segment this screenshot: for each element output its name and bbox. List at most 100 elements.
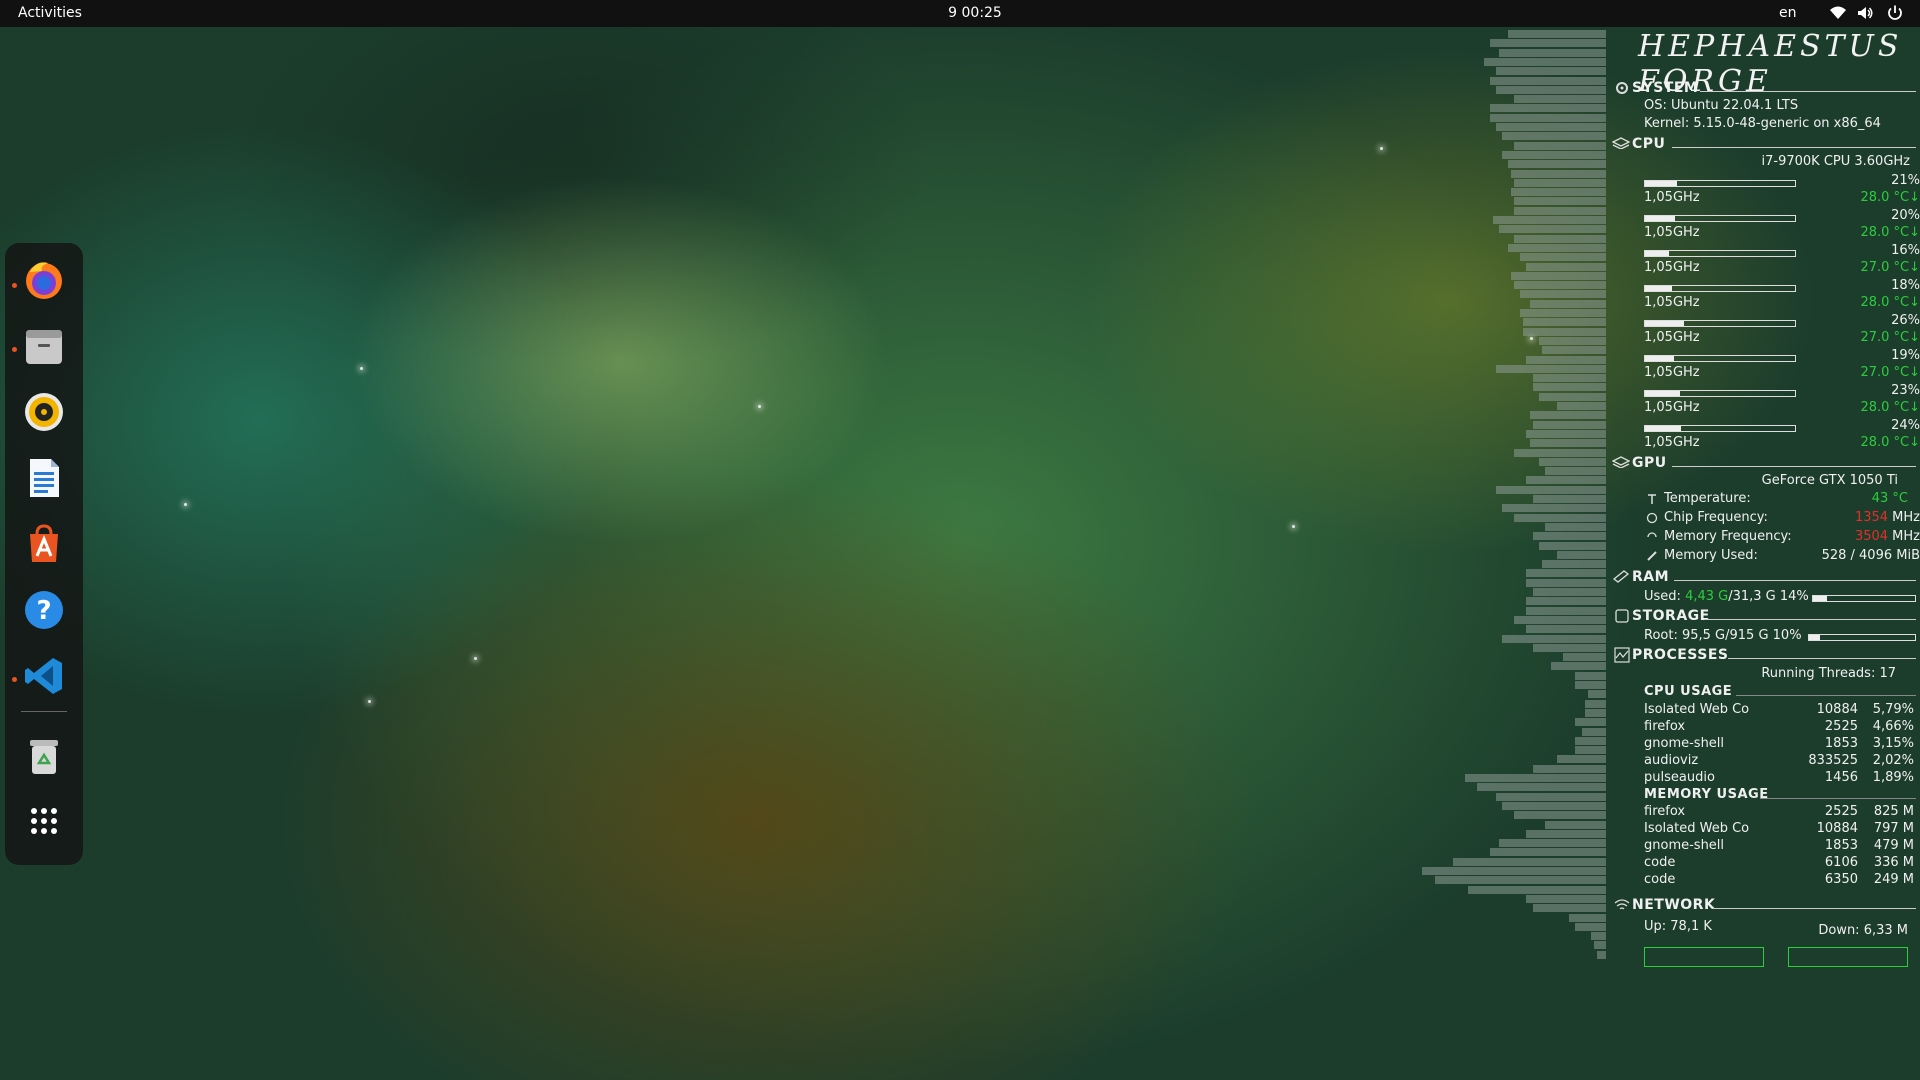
- show-apps-icon: [31, 808, 57, 834]
- visualizer-bar: [1526, 625, 1606, 634]
- visualizer-bar: [1495, 85, 1606, 94]
- visualizer-bar: [1532, 383, 1606, 392]
- visualizer-bar: [1575, 736, 1606, 745]
- audio-visualizer: [1300, 27, 1606, 959]
- cpu-core-bar: [1644, 180, 1796, 187]
- cpu-core-fill: [1645, 181, 1677, 186]
- writer-icon: [30, 459, 59, 497]
- trash-launcher[interactable]: [21, 733, 67, 779]
- cpu-core-temp-value: 27.0 °C: [1860, 330, 1910, 345]
- gpu-model: GeForce GTX 1050 Ti: [1761, 473, 1898, 488]
- visualizer-bar: [1508, 30, 1606, 38]
- volume-icon[interactable]: [1856, 4, 1874, 22]
- os-info: OS: Ubuntu 22.04.1 LTS: [1644, 98, 1799, 113]
- process-name: pulseaudio: [1644, 770, 1715, 785]
- cpu-core-temp-value: 28.0 °C: [1860, 400, 1910, 415]
- clock[interactable]: 9 00:25: [0, 5, 1920, 21]
- show-applications-button[interactable]: [21, 798, 67, 844]
- visualizer-bar: [1495, 485, 1606, 494]
- visualizer-bar: [1495, 792, 1606, 801]
- visualizer-bar: [1514, 234, 1606, 243]
- visualizer-bar: [1498, 839, 1606, 848]
- help-launcher[interactable]: ?: [21, 587, 67, 633]
- section-rule: [1728, 658, 1916, 659]
- visualizer-bar: [1498, 48, 1606, 57]
- visualizer-bar: [1532, 374, 1606, 383]
- process-name: audioviz: [1644, 753, 1699, 768]
- cpu-core-percent: 26%: [1891, 313, 1920, 328]
- visualizer-bar: [1575, 746, 1606, 755]
- keyboard-layout-indicator[interactable]: en: [1779, 5, 1797, 21]
- visualizer-bar: [1514, 95, 1606, 104]
- visualizer-bar: [1501, 801, 1606, 810]
- gpu-header: GPU: [1632, 455, 1667, 471]
- visualizer-bar: [1587, 690, 1606, 699]
- visualizer-bar: [1511, 271, 1606, 280]
- visualizer-bar: [1526, 355, 1606, 364]
- visualizer-bar: [1526, 894, 1606, 903]
- visualizer-bar: [1541, 560, 1606, 569]
- cpu-core-frequency: 1,05GHz: [1644, 190, 1700, 205]
- process-pid: 10884: [1816, 821, 1858, 836]
- visualizer-bar: [1520, 290, 1606, 299]
- cpu-core-temp: 28.0 °C↓: [1860, 225, 1920, 240]
- ram-used-label: Used:: [1644, 589, 1686, 604]
- visualizer-bar: [1526, 476, 1606, 485]
- visualizer-bar: [1501, 634, 1606, 643]
- wifi-icon[interactable]: [1829, 4, 1847, 22]
- process-name: gnome-shell: [1644, 736, 1725, 751]
- gpu-mem-unit: MHz: [1892, 529, 1920, 544]
- visualizer-bar: [1538, 392, 1606, 401]
- visualizer-bar: [1538, 541, 1606, 550]
- section-rule: [1760, 798, 1916, 799]
- rhythmbox-launcher[interactable]: [21, 389, 67, 435]
- process-name: firefox: [1644, 719, 1686, 734]
- network-down: Down: 6,33 M: [1818, 923, 1908, 938]
- visualizer-bar: [1514, 178, 1606, 187]
- cpu-core-temp: 27.0 °C↓: [1860, 330, 1920, 345]
- firefox-launcher[interactable]: [21, 257, 67, 303]
- power-icon[interactable]: [1886, 4, 1904, 22]
- visualizer-bar: [1477, 783, 1606, 792]
- cpu-core-temp: 28.0 °C↓: [1860, 435, 1920, 450]
- vscode-launcher[interactable]: [21, 653, 67, 699]
- cpu-core-bar: [1644, 285, 1796, 292]
- frequency-icon: [1646, 512, 1658, 524]
- visualizer-bar: [1508, 160, 1606, 169]
- cpu-core-temp-value: 27.0 °C: [1860, 365, 1910, 380]
- visualizer-bar: [1563, 653, 1606, 662]
- files-icon: [26, 330, 62, 364]
- cpu-core-temp-value: 28.0 °C: [1860, 225, 1910, 240]
- ram-header: RAM: [1632, 569, 1670, 585]
- visualizer-bar: [1529, 411, 1606, 420]
- process-value: 825 M: [1873, 804, 1914, 819]
- cpu-core-percent: 24%: [1891, 418, 1920, 433]
- visualizer-bar: [1526, 569, 1606, 578]
- process-value: 1,89%: [1872, 770, 1914, 785]
- cpu-core-frequency: 1,05GHz: [1644, 435, 1700, 450]
- visualizer-bar: [1514, 281, 1606, 290]
- software-icon: [30, 524, 58, 562]
- cpu-core-temp-value: 28.0 °C: [1860, 435, 1910, 450]
- visualizer-bar: [1495, 123, 1606, 131]
- visualizer-bar: [1544, 467, 1606, 476]
- cpu-core-bar: [1644, 215, 1796, 222]
- writer-launcher[interactable]: [21, 455, 67, 501]
- files-launcher[interactable]: [21, 323, 67, 369]
- visualizer-bar: [1532, 643, 1606, 652]
- visualizer-bar: [1575, 671, 1606, 680]
- visualizer-bar: [1465, 774, 1606, 782]
- cpu-core-percent: 19%: [1891, 348, 1920, 363]
- cpu-header: CPU: [1632, 136, 1666, 152]
- visualizer-bar: [1434, 876, 1606, 885]
- cpu-core-temp: 27.0 °C↓: [1860, 260, 1920, 275]
- software-launcher[interactable]: [21, 521, 67, 567]
- visualizer-bar: [1514, 811, 1606, 820]
- gpu-icon: [1612, 456, 1630, 468]
- process-name: Isolated Web Co: [1644, 821, 1750, 836]
- dock: ?: [5, 243, 83, 865]
- memory-frequency-icon: [1647, 532, 1657, 538]
- cpu-core-bar: [1644, 355, 1796, 362]
- cpu-core-fill: [1645, 426, 1681, 431]
- visualizer-bar: [1526, 597, 1606, 606]
